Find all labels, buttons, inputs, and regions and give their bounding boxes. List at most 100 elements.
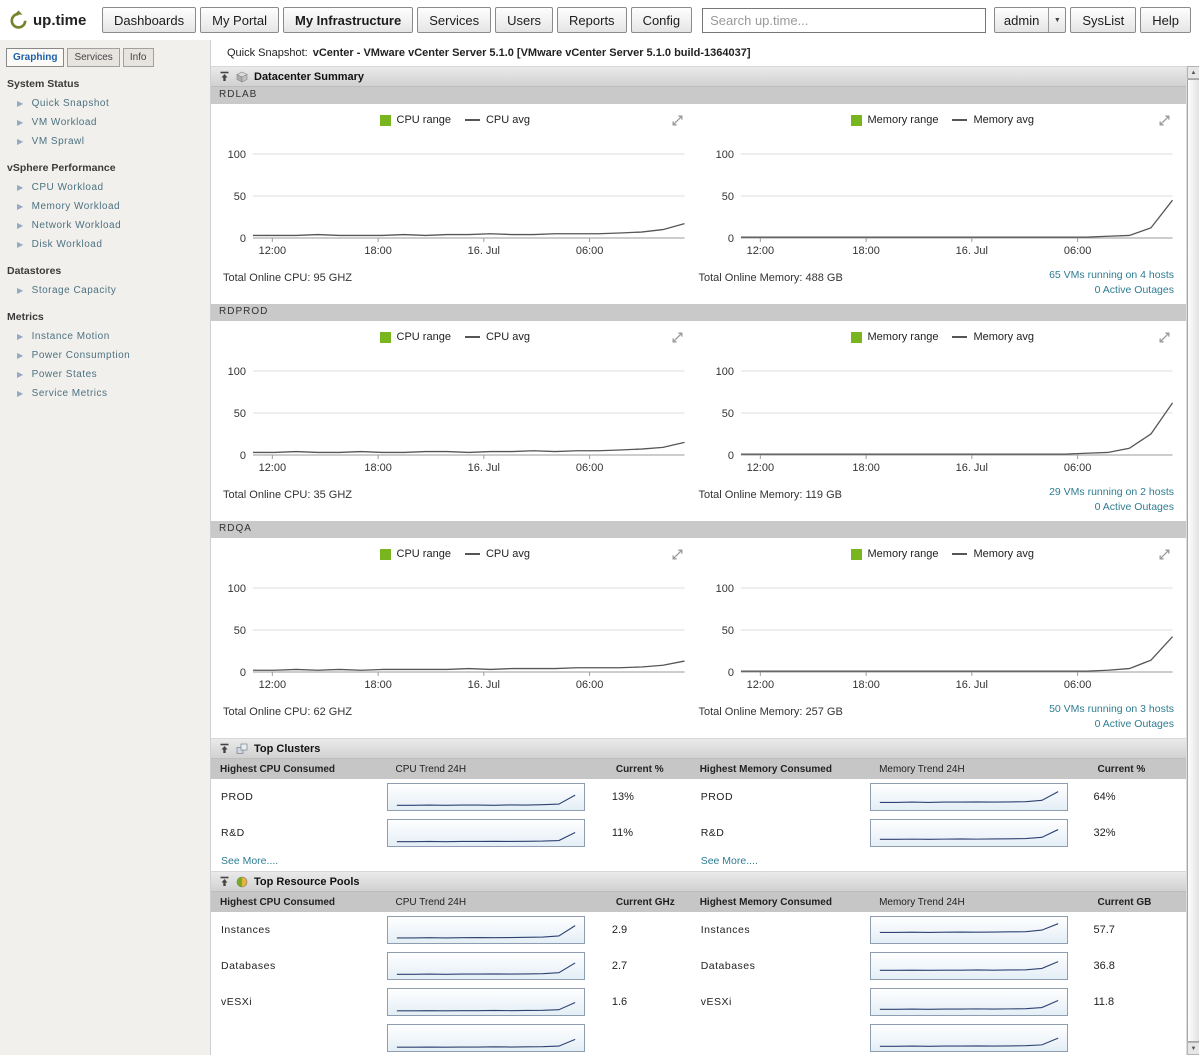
pool-mem-value: 57.7 (1093, 924, 1115, 936)
expand-chart-icon[interactable] (671, 548, 684, 561)
col-current-ghz: Current GHz (615, 896, 675, 908)
tab-info[interactable]: Info (122, 48, 154, 67)
svg-text:16. Jul: 16. Jul (955, 245, 987, 257)
sidebar-item-storage-capacity[interactable]: ▶ Storage Capacity (4, 281, 206, 300)
nav-config[interactable]: Config (630, 7, 693, 33)
expand-chart-icon[interactable] (1158, 331, 1171, 344)
collapse-icon[interactable] (219, 71, 230, 82)
sidebar-item-vm-workload[interactable]: ▶ VM Workload (4, 113, 206, 132)
arrow-right-icon: ▶ (17, 388, 24, 398)
cpu-chart-panel: CPU range CPU avg 100 50 0 12:00 18:00 16. Ju… (211, 544, 699, 696)
resource-pools-icon (236, 876, 248, 887)
active-outages-link[interactable]: 0 Active Outages (1095, 284, 1174, 296)
cpu-range-label: CPU range (396, 331, 451, 343)
memory-trend-thumbnail[interactable] (870, 783, 1069, 811)
col-highest-cpu: Highest CPU Consumed (220, 896, 336, 908)
memory-trend-thumbnail[interactable] (870, 952, 1069, 980)
chevron-down-icon[interactable]: ▼ (1048, 8, 1065, 32)
collapse-icon[interactable] (219, 876, 230, 887)
nav-users[interactable]: Users (495, 7, 554, 33)
sidebar-item-power-consumption[interactable]: ▶ Power Consumption (4, 346, 206, 365)
vms-running-link[interactable]: 65 VMs running on 4 hosts (1049, 269, 1174, 281)
help-button[interactable]: Help (1140, 7, 1191, 33)
nav-dashboards[interactable]: Dashboards (102, 7, 197, 33)
header-right-group: admin ▼ SysList Help (993, 7, 1191, 33)
vertical-scrollbar[interactable]: ▲ ▼ (1186, 66, 1199, 1055)
sidebar-item-label: CPU Workload (31, 182, 104, 193)
scroll-up-icon[interactable]: ▲ (1187, 66, 1199, 79)
cpu-avg-label: CPU avg (485, 331, 530, 343)
memory-avg-label: Memory avg (973, 114, 1034, 126)
clusters-see-more-row: See More.... See More.... (211, 851, 1186, 871)
cpu-trend-thumbnail[interactable] (386, 952, 585, 980)
total-online-memory: Total Online Memory: 119 GB (698, 489, 842, 501)
memory-trend-thumbnail[interactable] (870, 1024, 1069, 1052)
svg-text:12:00: 12:00 (259, 679, 286, 691)
cpu-trend-thumbnail[interactable] (386, 819, 585, 847)
active-outages-link[interactable]: 0 Active Outages (1095, 501, 1174, 513)
vms-running-link[interactable]: 50 VMs running on 3 hosts (1049, 703, 1174, 715)
svg-text:06:00: 06:00 (1063, 245, 1090, 257)
memory-chart-panel: Memory range Memory avg 100 50 0 12:00 18:00… (699, 110, 1187, 262)
see-more-memory-link[interactable]: See More.... (691, 855, 870, 867)
pools-row-vesxi: vESXi 1.6 vESXi 11.8 (211, 984, 1186, 1020)
pool-cpu-name: Instances (221, 924, 271, 936)
see-more-cpu-link[interactable]: See More.... (211, 855, 387, 867)
nav-my-portal[interactable]: My Portal (200, 7, 280, 33)
datacenter-name: RDLAB (211, 87, 1186, 104)
cpu-trend-thumbnail[interactable] (386, 916, 585, 944)
user-menu-button[interactable]: admin ▼ (993, 7, 1067, 33)
expand-chart-icon[interactable] (671, 114, 684, 127)
sidebar-item-service-metrics[interactable]: ▶ Service Metrics (4, 384, 206, 403)
sidebar-item-cpu-workload[interactable]: ▶ CPU Workload (4, 178, 206, 197)
vms-running-link[interactable]: 29 VMs running on 2 hosts (1049, 486, 1174, 498)
sidebar-item-power-states[interactable]: ▶ Power States (4, 365, 206, 384)
expand-chart-icon[interactable] (1158, 114, 1171, 127)
cluster-cpu-value: 11% (611, 827, 634, 839)
pools-table-header: Highest CPU Consumed CPU Trend 24H Curre… (211, 892, 1186, 912)
memory-trend-thumbnail[interactable] (870, 988, 1069, 1016)
nav-my-infrastructure[interactable]: My Infrastructure (283, 7, 414, 33)
expand-chart-icon[interactable] (1158, 548, 1171, 561)
active-outages-link[interactable]: 0 Active Outages (1095, 718, 1174, 730)
memory-chart-panel: Memory range Memory avg 100 50 0 12:00 18:00… (699, 544, 1187, 696)
cpu-trend-thumbnail[interactable] (386, 988, 585, 1016)
cpu-trend-thumbnail[interactable] (386, 1024, 585, 1052)
pool-mem-name: vESXi (700, 996, 732, 1008)
search-input[interactable] (702, 7, 986, 33)
memory-range-swatch (850, 331, 862, 343)
sidebar-item-instance-motion[interactable]: ▶ Instance Motion (4, 327, 206, 346)
sidebar-item-label: Disk Workload (31, 239, 103, 250)
svg-text:06:00: 06:00 (576, 462, 603, 474)
cpu-trend-thumbnail[interactable] (386, 783, 585, 811)
sidebar-item-network-workload[interactable]: ▶ Network Workload (4, 216, 206, 235)
collapse-icon[interactable] (219, 743, 230, 754)
arrow-right-icon: ▶ (17, 220, 24, 230)
memory-trend-thumbnail[interactable] (870, 819, 1069, 847)
sidebar-item-disk-workload[interactable]: ▶ Disk Workload (4, 235, 206, 254)
top-bar: up.time Dashboards My Portal My Infrastr… (0, 0, 1199, 40)
syslist-button[interactable]: SysList (1070, 7, 1137, 33)
sidebar-item-memory-workload[interactable]: ▶ Memory Workload (4, 197, 206, 216)
tab-services[interactable]: Services (67, 48, 120, 67)
nav-services[interactable]: Services (417, 7, 492, 33)
svg-text:12:00: 12:00 (746, 679, 773, 691)
tab-graphing[interactable]: Graphing (6, 48, 65, 67)
sidebar-item-vm-sprawl[interactable]: ▶ VM Sprawl (4, 132, 206, 151)
datacenter-name: RDQA (211, 521, 1186, 538)
expand-chart-icon[interactable] (671, 331, 684, 344)
clusters-icon (236, 743, 248, 754)
svg-text:0: 0 (240, 450, 246, 462)
sidebar-item-quick-snapshot[interactable]: ▶ Quick Snapshot (4, 94, 206, 113)
user-name[interactable]: admin (995, 8, 1048, 32)
section-title: Top Resource Pools (254, 875, 360, 888)
memory-trend-thumbnail[interactable] (870, 916, 1069, 944)
memory-range-label: Memory range (867, 548, 939, 560)
clusters-row-prod: PROD 13% PROD 64% (211, 779, 1186, 815)
nav-reports[interactable]: Reports (557, 7, 627, 33)
scroll-down-icon[interactable]: ▼ (1187, 1042, 1199, 1055)
sidebar-item-label: Power Consumption (31, 350, 131, 361)
scrollbar-thumb[interactable] (1187, 79, 1199, 1042)
svg-text:18:00: 18:00 (364, 462, 391, 474)
sidebar-item-label: Instance Motion (31, 331, 110, 342)
